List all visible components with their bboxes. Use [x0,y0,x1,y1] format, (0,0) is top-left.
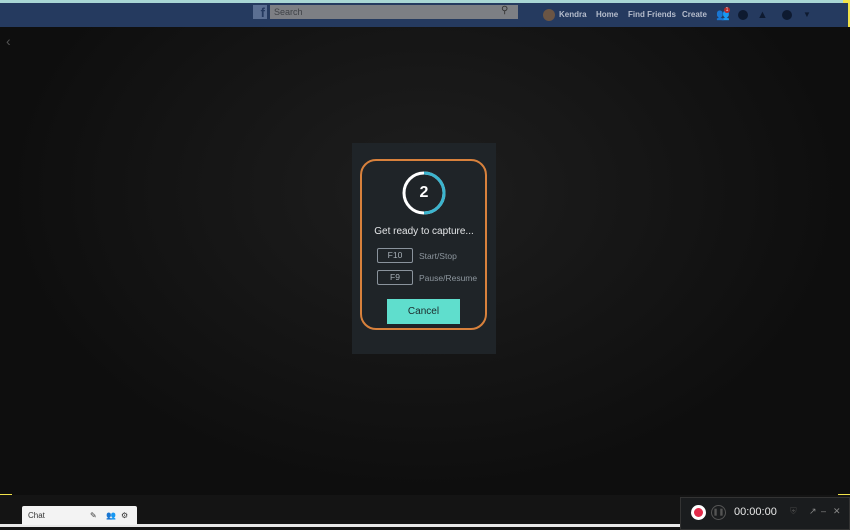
nav-home[interactable]: Home [596,3,618,27]
ready-message: Get ready to capture... [374,226,474,237]
shield-icon[interactable]: ⛨ [790,506,797,517]
nav-create[interactable]: Create [682,3,707,27]
key-f9: F9 [377,270,413,285]
chevron-left-icon[interactable]: ‹ [6,33,11,49]
nav-find-friends[interactable]: Find Friends [628,3,676,27]
shortcut-label: Pause/Resume [419,273,478,283]
avatar[interactable] [543,9,555,21]
messenger-icon[interactable] [738,10,748,20]
recording-timer: 00:00:00 [734,506,777,518]
shortcut-label: Start/Stop [419,251,457,261]
search-input[interactable] [270,5,518,19]
compose-icon[interactable]: ✎ [90,511,97,520]
countdown-number: 2 [419,184,429,201]
facebook-logo[interactable]: f [253,5,267,20]
group-icon[interactable]: 👥 [106,511,116,520]
search-icon[interactable]: ⚲ [501,5,508,16]
cancel-button[interactable]: Cancel [387,299,460,324]
chat-bar[interactable]: Chat ✎ 👥 ⚙ [22,506,137,525]
minimize-icon[interactable]: – [821,506,826,516]
notification-badge: 1 [724,7,730,13]
close-icon[interactable]: ✕ [833,506,841,517]
bell-icon[interactable]: ▲ [757,3,768,27]
gear-icon[interactable]: ⚙ [121,511,128,520]
expand-icon[interactable]: ↗ [809,506,817,517]
key-f10: F10 [377,248,413,263]
pause-button[interactable]: ❚❚ [711,505,726,520]
chevron-down-icon[interactable]: ▼ [803,3,811,27]
record-button[interactable] [691,505,706,520]
profile-link[interactable]: Kendra [559,3,587,27]
chat-label: Chat [28,511,45,520]
help-icon[interactable] [782,10,792,20]
